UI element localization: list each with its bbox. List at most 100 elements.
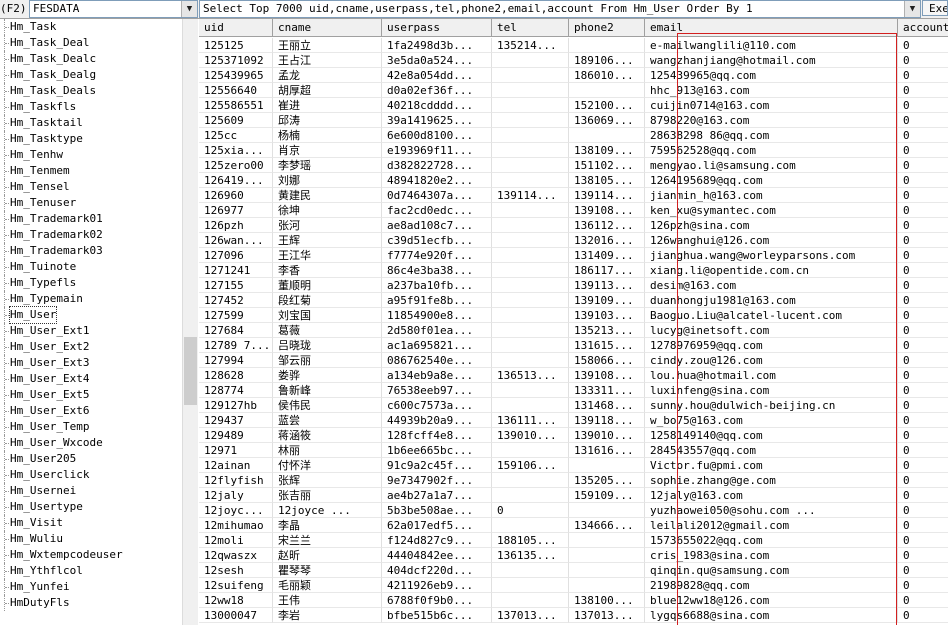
cell-uid[interactable]: 129127hb (199, 398, 273, 413)
cell-userpass[interactable]: a237ba10fb... (382, 278, 492, 293)
table-row[interactable]: 126419... 刘娜 48941820e2... 138105... 1264195… (199, 173, 948, 188)
table-list-item[interactable]: Hm_Tenmem (0, 163, 182, 179)
cell-tel[interactable] (492, 488, 569, 503)
database-select[interactable]: FESDATA ▼ (29, 0, 198, 18)
cell-uid[interactable]: 129489 (199, 428, 273, 443)
cell-cname[interactable]: 李香 (273, 263, 382, 278)
column-header-cname[interactable]: cname (273, 19, 382, 36)
cell-userpass[interactable]: 128fcff4e8... (382, 428, 492, 443)
cell-cname[interactable]: 蓝尝 (273, 413, 382, 428)
cell-tel[interactable] (492, 173, 569, 188)
cell-tel[interactable] (492, 233, 569, 248)
cell-account[interactable]: 0 (898, 68, 948, 83)
cell-cname[interactable]: 王占江 (273, 53, 382, 68)
table-row[interactable]: 125125 王丽立 1fa2498d3b... 135214... e-mailwan… (199, 38, 948, 53)
cell-account[interactable]: 0 (898, 593, 948, 608)
cell-tel[interactable]: 0 (492, 503, 569, 518)
cell-phone2[interactable]: 136112... (569, 218, 645, 233)
cell-uid[interactable]: 125zero00 (199, 158, 273, 173)
cell-cname[interactable]: 瞿琴琴 (273, 563, 382, 578)
column-header-tel[interactable]: tel (492, 19, 569, 36)
table-list-item[interactable]: Hm_Usertype (0, 499, 182, 515)
cell-account[interactable]: 0 (898, 278, 948, 293)
cell-cname[interactable]: 张辉 (273, 473, 382, 488)
cell-tel[interactable]: 139010... (492, 428, 569, 443)
cell-phone2[interactable]: 131409... (569, 248, 645, 263)
cell-email[interactable]: sophie.zhang@ge.com (645, 473, 898, 488)
cell-uid[interactable]: 127599 (199, 308, 273, 323)
cell-userpass[interactable]: 40218cdddd... (382, 98, 492, 113)
table-row[interactable]: 12moli 宋兰兰 f124d827c9... 188105... 157365502… (199, 533, 948, 548)
cell-account[interactable]: 0 (898, 98, 948, 113)
cell-userpass[interactable]: 62a017edf5... (382, 518, 492, 533)
cell-email[interactable]: luxinfeng@sina.com (645, 383, 898, 398)
cell-phone2[interactable] (569, 578, 645, 593)
cell-phone2[interactable]: 131616... (569, 443, 645, 458)
table-list-item[interactable]: Hm_Task (0, 19, 182, 35)
cell-userpass[interactable]: ae8ad108c7... (382, 218, 492, 233)
table-list-item[interactable]: Hm_Typemain (0, 291, 182, 307)
cell-tel[interactable] (492, 563, 569, 578)
cell-uid[interactable]: 125cc (199, 128, 273, 143)
cell-uid[interactable]: 12moli (199, 533, 273, 548)
table-list-item[interactable]: Hm_Task_Deal (0, 35, 182, 51)
column-header-account[interactable]: account (898, 19, 948, 36)
cell-cname[interactable]: 王辉 (273, 233, 382, 248)
cell-phone2[interactable]: 139103... (569, 308, 645, 323)
cell-cname[interactable]: 毛丽颖 (273, 578, 382, 593)
cell-phone2[interactable]: 138105... (569, 173, 645, 188)
table-row[interactable]: 125371092 王占江 3e5da0a524... 189106... wangzh… (199, 53, 948, 68)
cell-account[interactable]: 0 (898, 83, 948, 98)
table-list-item[interactable]: Hm_User_Ext1 (0, 323, 182, 339)
cell-tel[interactable]: 159106... (492, 458, 569, 473)
cell-tel[interactable] (492, 248, 569, 263)
table-row[interactable]: 12mihumao 李晶 62a017edf5... 134666... leilali… (199, 518, 948, 533)
cell-account[interactable]: 0 (898, 113, 948, 128)
cell-phone2[interactable] (569, 533, 645, 548)
cell-email[interactable]: e-mailwanglili@110.com (645, 38, 898, 53)
cell-cname[interactable]: 徐坤 (273, 203, 382, 218)
cell-phone2[interactable] (569, 563, 645, 578)
cell-userpass[interactable]: f7774e920f... (382, 248, 492, 263)
table-row[interactable]: 127994 邹云丽 086762540e... 158066... cindy.zou… (199, 353, 948, 368)
table-list-scrollbar[interactable] (182, 19, 198, 625)
table-list-item[interactable]: Hm_Taskfls (0, 99, 182, 115)
cell-phone2[interactable]: 132016... (569, 233, 645, 248)
cell-tel[interactable] (492, 323, 569, 338)
cell-tel[interactable] (492, 338, 569, 353)
cell-userpass[interactable]: 76538eeb97... (382, 383, 492, 398)
cell-cname[interactable]: 肖京 (273, 143, 382, 158)
cell-account[interactable]: 0 (898, 533, 948, 548)
cell-tel[interactable]: 136135... (492, 548, 569, 563)
cell-phone2[interactable] (569, 128, 645, 143)
cell-cname[interactable]: 王伟 (273, 593, 382, 608)
cell-email[interactable]: 1278976959@qq.com (645, 338, 898, 353)
cell-phone2[interactable]: 151102... (569, 158, 645, 173)
cell-phone2[interactable]: 138100... (569, 593, 645, 608)
cell-phone2[interactable]: 131468... (569, 398, 645, 413)
table-list-item[interactable]: Hm_User205 (0, 451, 182, 467)
table-row[interactable]: 126960 黄建民 0d7464307a... 139114... 139114...… (199, 188, 948, 203)
cell-userpass[interactable]: a95f91fe8b... (382, 293, 492, 308)
table-list-item[interactable]: Hm_Wxtempcodeuser (0, 547, 182, 563)
cell-tel[interactable]: 135214... (492, 38, 569, 53)
cell-email[interactable]: 125439965@qq.com (645, 68, 898, 83)
cell-uid[interactable]: 127096 (199, 248, 273, 263)
table-row[interactable]: 125609 邱涛 39a1419625... 136069... 8798220@16… (199, 113, 948, 128)
cell-uid[interactable]: 128628 (199, 368, 273, 383)
cell-email[interactable]: wangzhanjiang@hotmail.com (645, 53, 898, 68)
cell-uid[interactable]: 128774 (199, 383, 273, 398)
table-list-item[interactable]: Hm_Wuliu (0, 531, 182, 547)
cell-phone2[interactable] (569, 83, 645, 98)
table-list-item[interactable]: Hm_User_Ext3 (0, 355, 182, 371)
cell-account[interactable]: 0 (898, 578, 948, 593)
cell-tel[interactable] (492, 83, 569, 98)
cell-tel[interactable] (492, 143, 569, 158)
cell-uid[interactable]: 127994 (199, 353, 273, 368)
cell-account[interactable]: 0 (898, 173, 948, 188)
cell-account[interactable]: 0 (898, 518, 948, 533)
cell-tel[interactable] (492, 308, 569, 323)
cell-phone2[interactable]: 138109... (569, 143, 645, 158)
cell-userpass[interactable]: 48941820e2... (382, 173, 492, 188)
cell-account[interactable]: 0 (898, 383, 948, 398)
